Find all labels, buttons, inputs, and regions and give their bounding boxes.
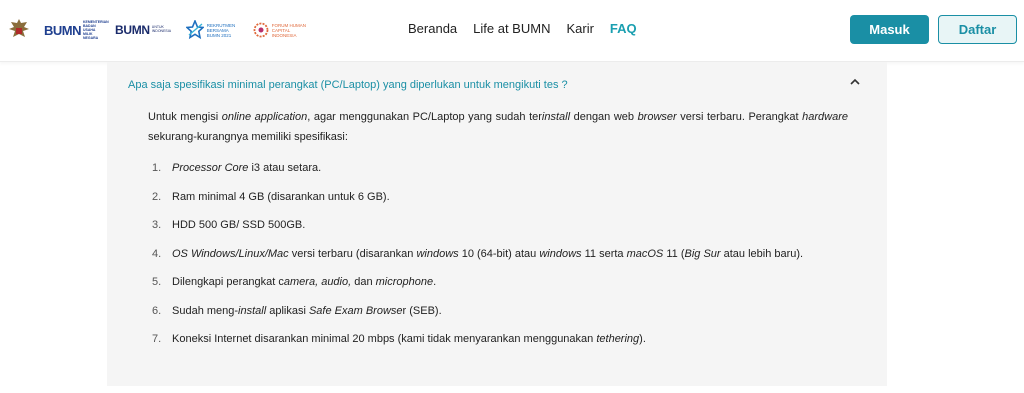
list-number: 7.: [152, 333, 162, 345]
intro-text: Untuk mengisi: [148, 111, 222, 123]
spec-list: 1. Processor Core i3 atau setara. 2. Ram…: [152, 162, 852, 362]
partner-logos: BUMN KEMENTERIAN BADAN USAHA MILIK NEGAR…: [8, 10, 322, 50]
bumn-untuk-indonesia-logo[interactable]: BUMN UNTUK INDONESIA: [115, 23, 172, 37]
list-item: 7. Koneksi Internet disarankan minimal 2…: [152, 333, 852, 362]
garuda-emblem-icon: [9, 19, 29, 37]
list-number: 1.: [152, 162, 162, 174]
intro-text: , agar menggunakan PC/Laptop yang sudah …: [307, 111, 542, 123]
list-item-text: Dilengkapi perangkat camera, audio, dan …: [172, 276, 437, 288]
nav-faq[interactable]: FAQ: [610, 21, 637, 36]
list-item-text: Sudah meng-install aplikasi Safe Exam Br…: [172, 304, 442, 317]
list-item: 1. Processor Core i3 atau setara.: [152, 162, 852, 191]
intro-text: versi terbaru. Perangkat: [676, 111, 803, 123]
nav-karir[interactable]: Karir: [566, 21, 593, 36]
list-item-text: Ram minimal 4 GB (disarankan untuk 6 GB)…: [172, 190, 390, 203]
fhci-text: FORUM HUMAN CAPITAL INDONESIA: [271, 22, 307, 38]
list-item-text: OS Windows/Linux/Mac versi terbaru (disa…: [172, 247, 804, 260]
list-number: 4.: [152, 247, 162, 260]
bumn-mark-sub: KEMENTERIAN BADAN USAHA MILIK NEGARA: [83, 20, 109, 40]
masuk-button[interactable]: Masuk: [850, 15, 929, 44]
faq-answer-intro: Untuk mengisi online application, agar m…: [148, 107, 848, 147]
intro-text: online application: [221, 111, 308, 123]
faq-panel: Apa saja spesifikasi minimal perangkat (…: [107, 62, 887, 386]
bumn-word-sub: UNTUK INDONESIA: [151, 25, 172, 33]
list-item-text: HDD 500 GB/ SSD 500GB.: [172, 219, 306, 231]
garuda-logo: [8, 17, 30, 43]
faq-question-row[interactable]: Apa saja spesifikasi minimal perangkat (…: [128, 75, 867, 93]
intro-text: browser: [637, 111, 677, 123]
bumn-mark-text: BUMN: [44, 22, 82, 38]
bumn-word-text: BUMN: [115, 23, 150, 37]
intro-text: dengan web: [570, 111, 638, 123]
intro-text: install: [541, 111, 571, 123]
nav-beranda[interactable]: Beranda: [408, 21, 457, 36]
list-item-text: Koneksi Internet disarankan minimal 20 m…: [172, 333, 646, 345]
faq-question[interactable]: Apa saja spesifikasi minimal perangkat (…: [128, 79, 568, 91]
kementerian-bumn-logo[interactable]: BUMN KEMENTERIAN BADAN USAHA MILIK NEGAR…: [44, 20, 109, 40]
main-nav: Beranda Life at BUMN Karir FAQ: [408, 21, 653, 36]
rekrutmen-text: REKRUTMEN BERSAMA BUMN 2021: [206, 22, 236, 38]
fhci-logo[interactable]: FORUM HUMAN CAPITAL INDONESIA: [253, 19, 308, 41]
rekrutmen-bersama-logo[interactable]: REKRUTMEN BERSAMA BUMN 2021: [185, 20, 239, 40]
list-number: 5.: [152, 276, 162, 288]
list-item: 6. Sudah meng-install aplikasi Safe Exam…: [152, 305, 852, 334]
list-item: 5. Dilengkapi perangkat camera, audio, d…: [152, 276, 852, 305]
daftar-button[interactable]: Daftar: [938, 15, 1017, 44]
chevron-up-icon[interactable]: [849, 75, 861, 89]
list-item: 2. Ram minimal 4 GB (disarankan untuk 6 …: [152, 191, 852, 220]
list-item: 3. HDD 500 GB/ SSD 500GB.: [152, 219, 852, 248]
site-header: BUMN KEMENTERIAN BADAN USAHA MILIK NEGAR…: [0, 0, 1024, 62]
list-number: 2.: [152, 190, 162, 203]
intro-text: hardware: [802, 111, 848, 123]
list-number: 6.: [152, 304, 162, 317]
list-item-text: Processor Core i3 atau setara.: [172, 162, 322, 174]
list-item: 4. OS Windows/Linux/Mac versi terbaru (d…: [152, 248, 852, 277]
fhci-emblem-icon: [253, 22, 269, 38]
intro-text: sekurang-kurangnya memiliki spesifikasi:: [148, 131, 348, 143]
list-number: 3.: [152, 219, 162, 231]
star-icon: [185, 20, 204, 40]
nav-life-at-bumn[interactable]: Life at BUMN: [473, 21, 550, 36]
